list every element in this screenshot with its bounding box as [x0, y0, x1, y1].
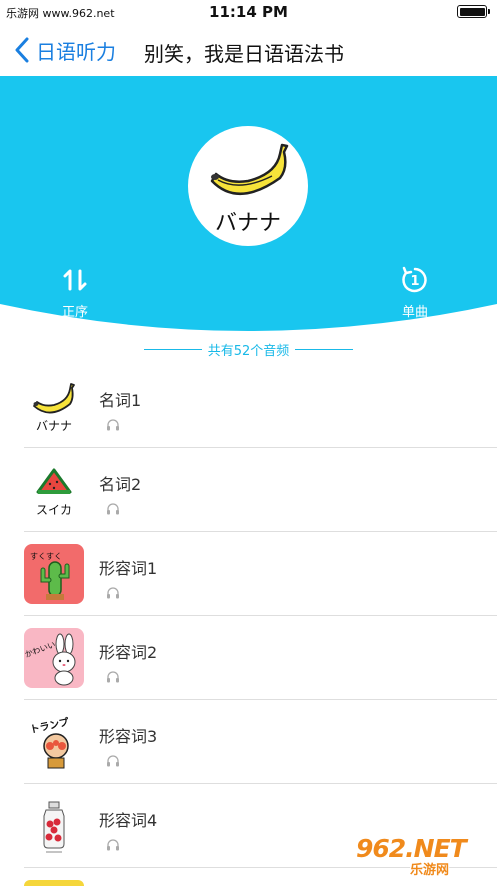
list-item[interactable]: かわいい 形容词2: [0, 616, 497, 700]
status-time: 11:14 PM: [209, 3, 288, 21]
page-title: 别笑，我是日语语法书: [144, 42, 344, 66]
cactus-thumbnail: すくすく: [24, 544, 84, 604]
item-title: 形容词2: [99, 643, 158, 662]
list-item[interactable]: バナナ 名词1: [0, 364, 497, 448]
site-watermark: 962.NET 乐游网: [356, 834, 490, 878]
next-thumbnail-partial: [24, 880, 84, 886]
headphones-icon: [107, 755, 119, 767]
battery-icon: [457, 5, 490, 18]
watermelon-thumbnail: スイカ: [24, 460, 84, 520]
item-title: 形容词4: [99, 811, 158, 830]
list-item[interactable]: すくすく 形容词1: [0, 532, 497, 616]
navigation-bar: 日语听力 别笑，我是日语语法书: [0, 24, 497, 76]
banana-icon: バナナ: [210, 143, 289, 236]
chevron-left-icon: [15, 37, 29, 63]
headphones-icon: [107, 503, 119, 515]
back-button[interactable]: 日语听力: [14, 34, 116, 66]
svg-text:すくすく: すくすく: [30, 552, 62, 561]
svg-text:バナナ: バナナ: [215, 211, 281, 236]
sort-icon: [45, 266, 105, 294]
jar-thumbnail: [24, 796, 84, 856]
single-loop-button[interactable]: 1 单曲: [385, 266, 445, 320]
svg-text:スイカ: スイカ: [36, 503, 72, 517]
repeat-one-icon: 1: [385, 266, 445, 294]
album-cover: バナナ: [188, 126, 308, 246]
divider-right: [295, 348, 354, 350]
list-item[interactable]: スイカ 名词2: [0, 448, 497, 532]
headphones-icon: [107, 587, 119, 599]
list-item[interactable]: トランプ 形容词3: [0, 700, 497, 784]
single-label: 单曲: [401, 305, 428, 320]
item-title: 名词2: [99, 475, 142, 494]
order-toggle-button[interactable]: 正序: [45, 266, 105, 320]
watermark-sub: 乐游网: [410, 863, 450, 878]
rabbit-thumbnail: かわいい: [24, 628, 84, 688]
headphones-icon: [107, 419, 119, 431]
audio-count: 共有52个音频: [0, 338, 497, 360]
svg-text:かわいい: かわいい: [24, 640, 57, 659]
banana-thumbnail: バナナ: [24, 376, 84, 436]
item-title: 形容词3: [99, 727, 158, 746]
item-title: 形容词1: [99, 559, 158, 578]
audio-list: バナナ 名词1 スイカ 名词2 すくすく 形容词1 かわいい 形容词2 トランプ…: [0, 364, 497, 868]
svg-text:バナナ: バナナ: [36, 419, 72, 433]
audio-count-text: 共有52个音频: [207, 343, 290, 359]
item-title: 名词1: [99, 391, 142, 410]
album-header: バナナ 正序 1 单曲: [0, 76, 497, 336]
status-bar: 乐游网 www.962.net 11:14 PM: [0, 0, 497, 24]
divider-left: [143, 348, 202, 350]
svg-text:1: 1: [410, 274, 419, 289]
svg-text:トランプ: トランプ: [29, 715, 72, 736]
back-label: 日语听力: [36, 39, 116, 64]
playing-card-character-thumbnail: トランプ: [24, 712, 84, 772]
order-label: 正序: [61, 305, 88, 320]
headphones-icon: [107, 671, 119, 683]
headphones-icon: [107, 839, 119, 851]
